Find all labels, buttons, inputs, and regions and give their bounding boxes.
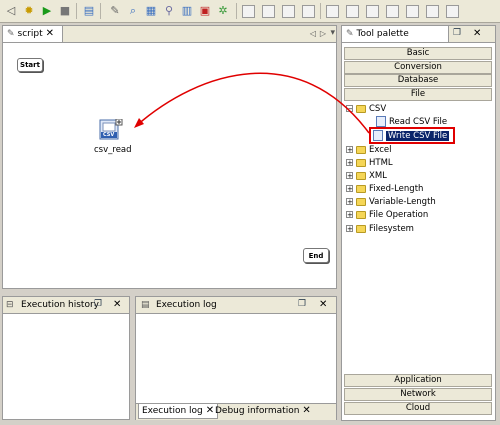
drag-arrow [134, 72, 370, 134]
